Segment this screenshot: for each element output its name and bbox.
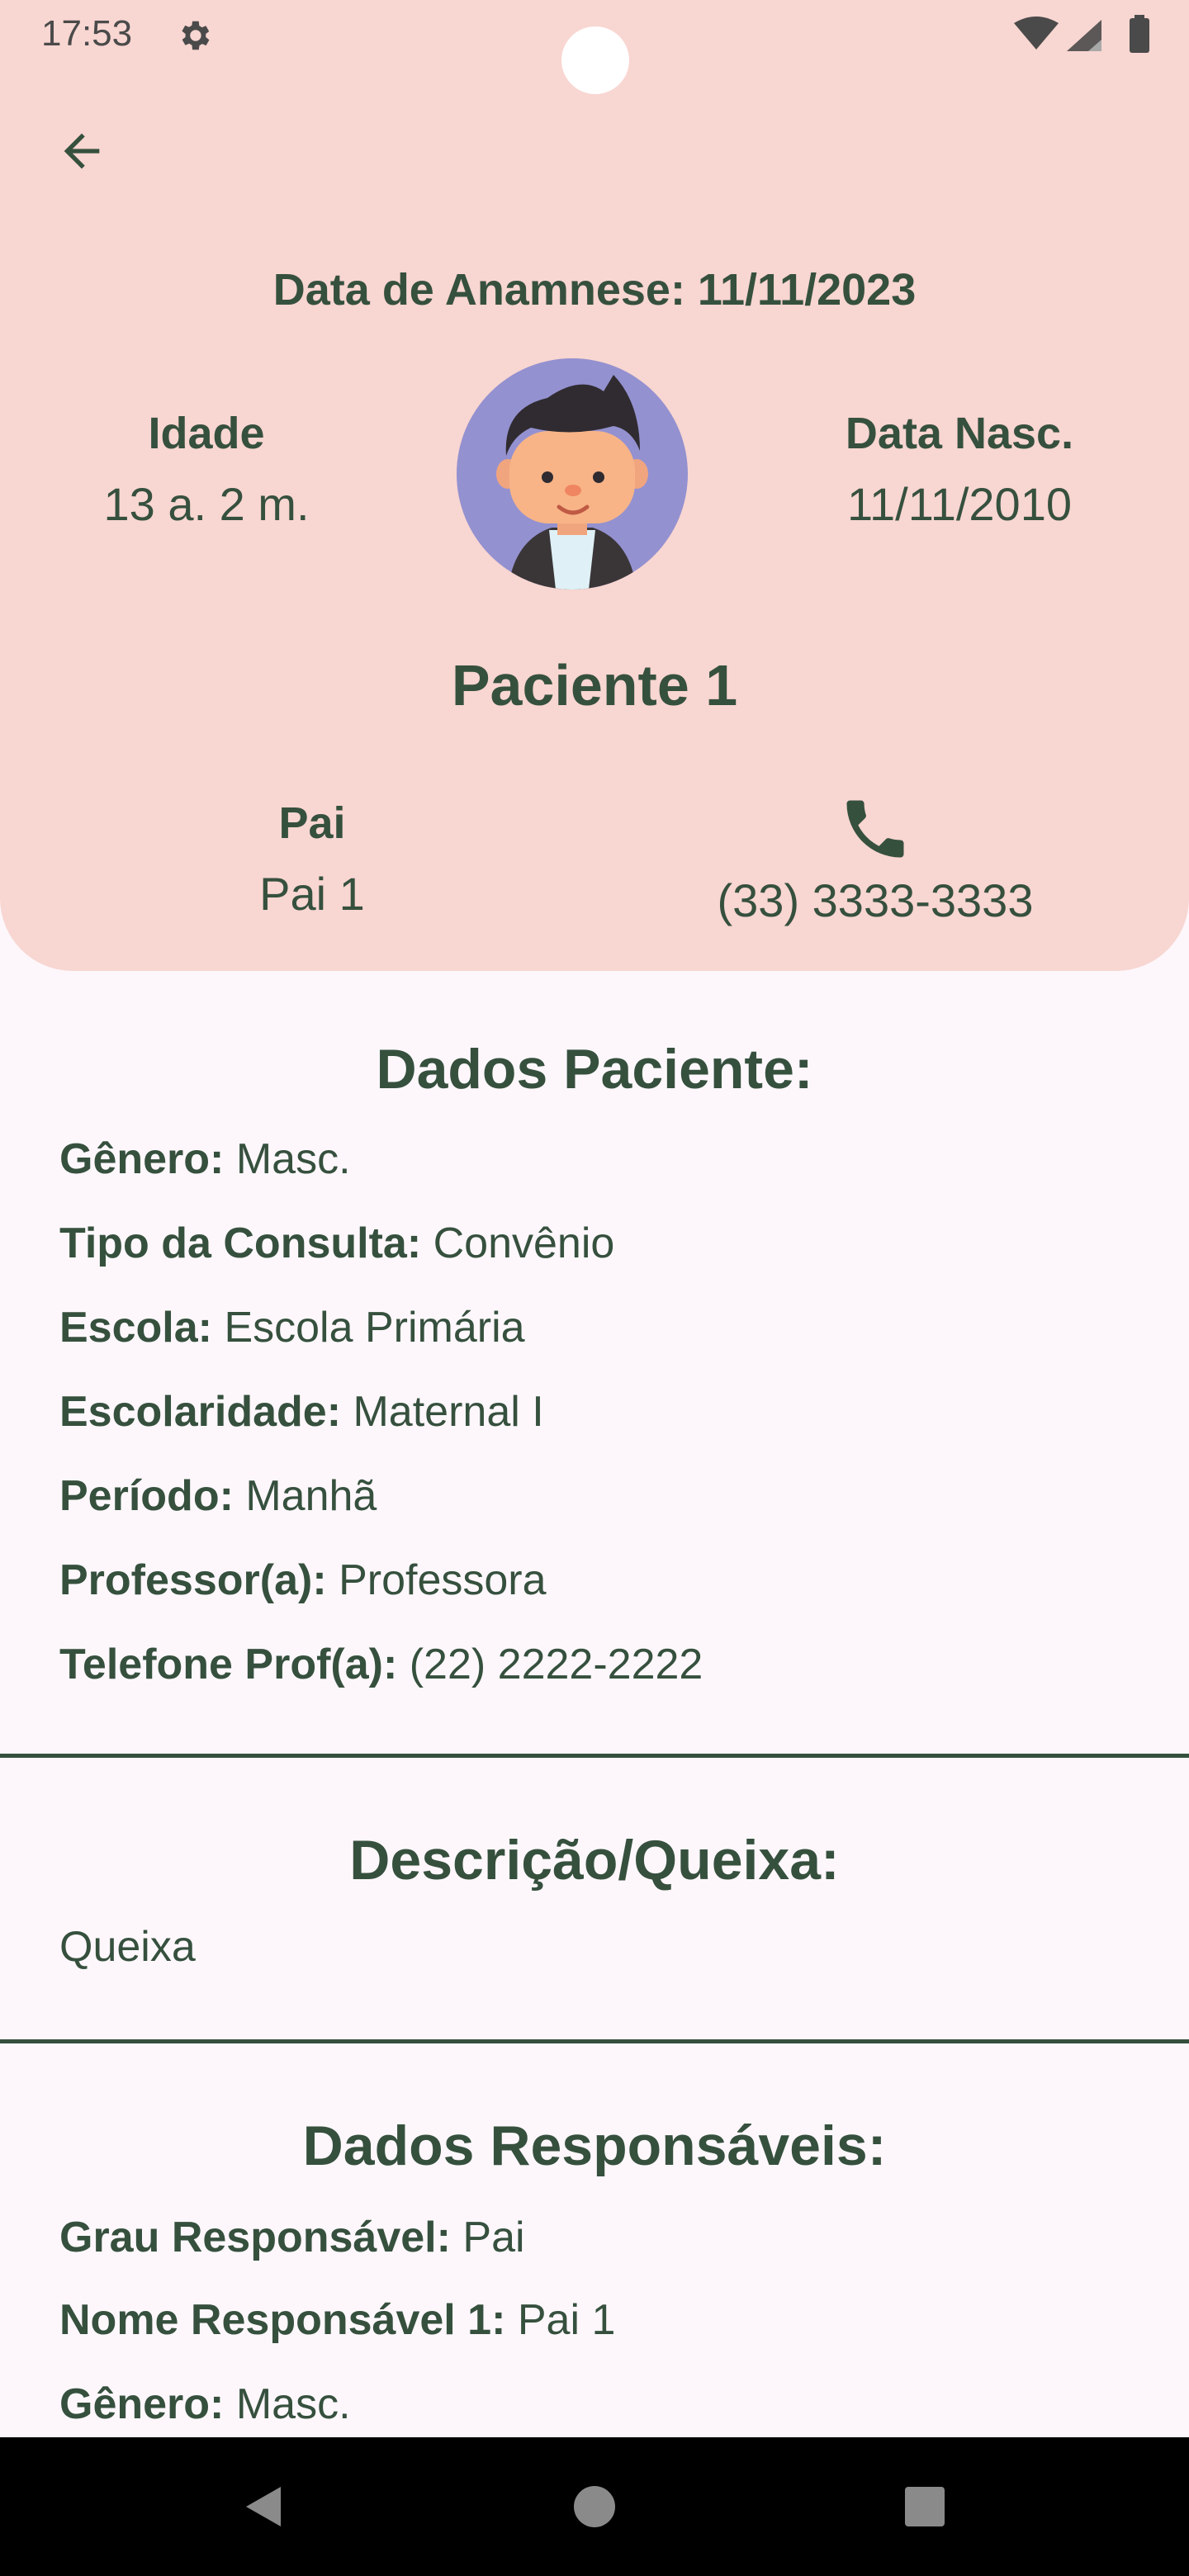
guardian-field-gender: Gênero: Masc. [59,2379,351,2429]
patient-field-school: Escola: Escola Primária [59,1303,525,1352]
field-value: Escola Primária [224,1304,525,1352]
complaint-text: Queixa [59,1923,196,1971]
phone-number[interactable]: (33) 3333-3333 [661,874,1090,927]
status-icons [1014,15,1149,53]
field-label: Gênero: [59,2380,225,2428]
field-value: Masc. [235,1135,351,1183]
field-value: Professora [339,1556,547,1604]
complaint-section-title: Descrição/Queixa: [349,1829,840,1892]
camera-cutout [561,26,629,94]
status-time: 17:53 [41,13,133,54]
back-button[interactable] [50,119,114,183]
field-value: Manhã [245,1472,377,1520]
system-navigation-bar [0,2437,1189,2576]
wifi-icon [1014,17,1059,50]
field-label: Período: [59,1472,234,1520]
field-value: Convênio [433,1219,615,1267]
birth-info: Data Nasc. 11/11/2010 [794,408,1125,531]
battery-icon [1130,18,1149,53]
patient-field-teacher-phone: Telefone Prof(a): (22) 2222-2222 [59,1640,703,1689]
field-value: Masc. [235,2380,351,2428]
gear-icon [182,21,210,50]
field-label: Grau Responsável: [59,2214,451,2261]
patient-name: Paciente 1 [451,653,738,717]
age-info: Idade 13 a. 2 m. [50,408,363,531]
field-label: Gênero: [59,1135,225,1183]
patient-field-consult-type: Tipo da Consulta: Convênio [59,1219,614,1268]
field-label: Tipo da Consulta: [59,1219,422,1267]
section-divider [0,1754,1189,1758]
birth-label: Data Nasc. [845,409,1074,458]
guardians-section-title: Dados Responsáveis: [302,2114,887,2177]
patient-field-teacher: Professor(a): Professora [59,1556,547,1605]
nav-recents-icon[interactable] [895,2477,955,2536]
phone-icon[interactable] [837,791,913,867]
field-label: Escola: [59,1304,212,1352]
parent-label: Pai [278,798,346,848]
guardian-field-degree: Grau Responsável: Pai [59,2213,525,2262]
field-label: Nome Responsável 1: [59,2296,506,2344]
patient-avatar [457,358,688,590]
field-value: Maternal I [353,1388,544,1436]
patient-field-period: Período: Manhã [59,1471,377,1521]
section-divider [0,2039,1189,2043]
patient-field-gender: Gênero: Masc. [59,1134,351,1184]
parent-value: Pai 1 [259,868,365,920]
birth-value: 11/11/2010 [847,478,1072,530]
age-label: Idade [148,409,265,458]
parent-info: Pai Pai 1 [147,798,477,921]
anamnese-date: Data de Anamnese: 11/11/2023 [272,265,917,315]
arrow-left-icon [64,133,100,169]
nav-home-icon[interactable] [565,2477,624,2536]
field-value: (22) 2222-2222 [409,1641,703,1688]
guardian-field-name: Nome Responsável 1: Pai 1 [59,2295,615,2345]
phone-contact[interactable]: (33) 3333-3333 [661,791,1090,927]
field-value: Pai 1 [517,2296,616,2344]
field-value: Pai [462,2214,525,2261]
patient-field-schooling: Escolaridade: Maternal I [59,1387,544,1437]
patient-header-card: 17:53 Data de Anamnese: 11/11/2023 Idade… [0,0,1189,971]
nav-back-icon[interactable] [234,2477,294,2536]
field-label: Telefone Prof(a): [59,1641,398,1688]
patient-section-title: Dados Paciente: [376,1038,813,1101]
age-value: 13 a. 2 m. [103,478,310,530]
status-bar: 17:53 [0,0,1189,94]
field-label: Escolaridade: [59,1388,342,1436]
field-label: Professor(a): [59,1556,327,1604]
